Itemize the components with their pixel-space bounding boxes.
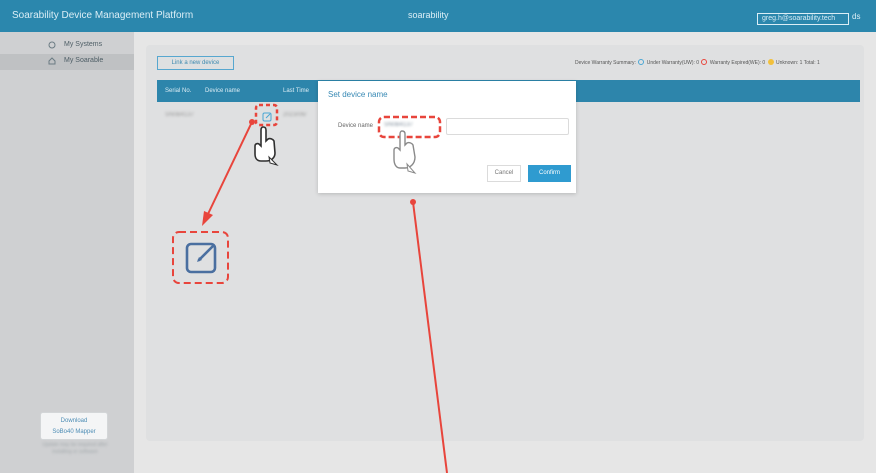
summary-expired: Warranty Expired(WE): 0 [709,60,766,66]
sidebar-item-my-soarable[interactable]: My Soarable [0,54,134,70]
summary-prefix: Device Warranty Summary: [575,60,636,66]
row-serial-value: SN0B4137 [165,112,195,118]
edit-icon[interactable] [262,109,272,122]
row-last-time-value: 2023/06/ [283,112,307,118]
center-title: soarability [408,10,449,20]
app-title: Soarability Device Management Platform [12,10,194,21]
link-new-device-button[interactable]: Link a new device [157,56,234,70]
warranty-summary: Device Warranty Summary: Under Warranty(… [575,59,820,66]
home-icon [48,57,56,65]
download-note: Update may be required after installing … [42,442,108,455]
column-last-time[interactable]: Last Time [283,88,309,94]
column-serial[interactable]: Serial No. [165,88,191,94]
sidebar-item-label: My Soarable [64,57,104,64]
user-account-menu[interactable]: greg.h@soarability.tech [757,13,849,25]
under-warranty-icon [638,59,645,65]
device-name-current-value: SN0B4137 [384,122,414,128]
cancel-button[interactable]: Cancel [487,165,521,182]
column-device-name[interactable]: Device name [205,88,240,94]
user-extra-label: ds [852,12,861,21]
systems-icon [48,41,56,49]
set-device-name-dialog: Set device name Device name SN0B4137 Can… [318,81,576,193]
dialog-title: Set device name [328,90,388,99]
download-mapper-button[interactable]: Download SoBo40 Mapper [40,412,108,440]
download-sublabel: SoBo40 Mapper [52,429,96,435]
summary-unknown: Unknown: 1 [776,60,803,66]
download-label: Download [60,418,88,424]
confirm-button[interactable]: Confirm [528,165,571,182]
summary-under-warranty: Under Warranty(UW): 0 [646,60,700,66]
unknown-icon [767,59,774,65]
device-name-label: Device name [338,123,374,129]
sidebar-item-label: My Systems [64,41,103,48]
expired-icon [701,59,708,65]
top-bar: Soarability Device Management Platform s… [0,0,876,32]
summary-total: Total: 1 [803,60,820,66]
device-name-input[interactable] [446,118,569,135]
sidebar: My Systems My Soarable Download SoBo40 M… [0,32,134,473]
sidebar-item-my-systems[interactable]: My Systems [0,38,134,54]
